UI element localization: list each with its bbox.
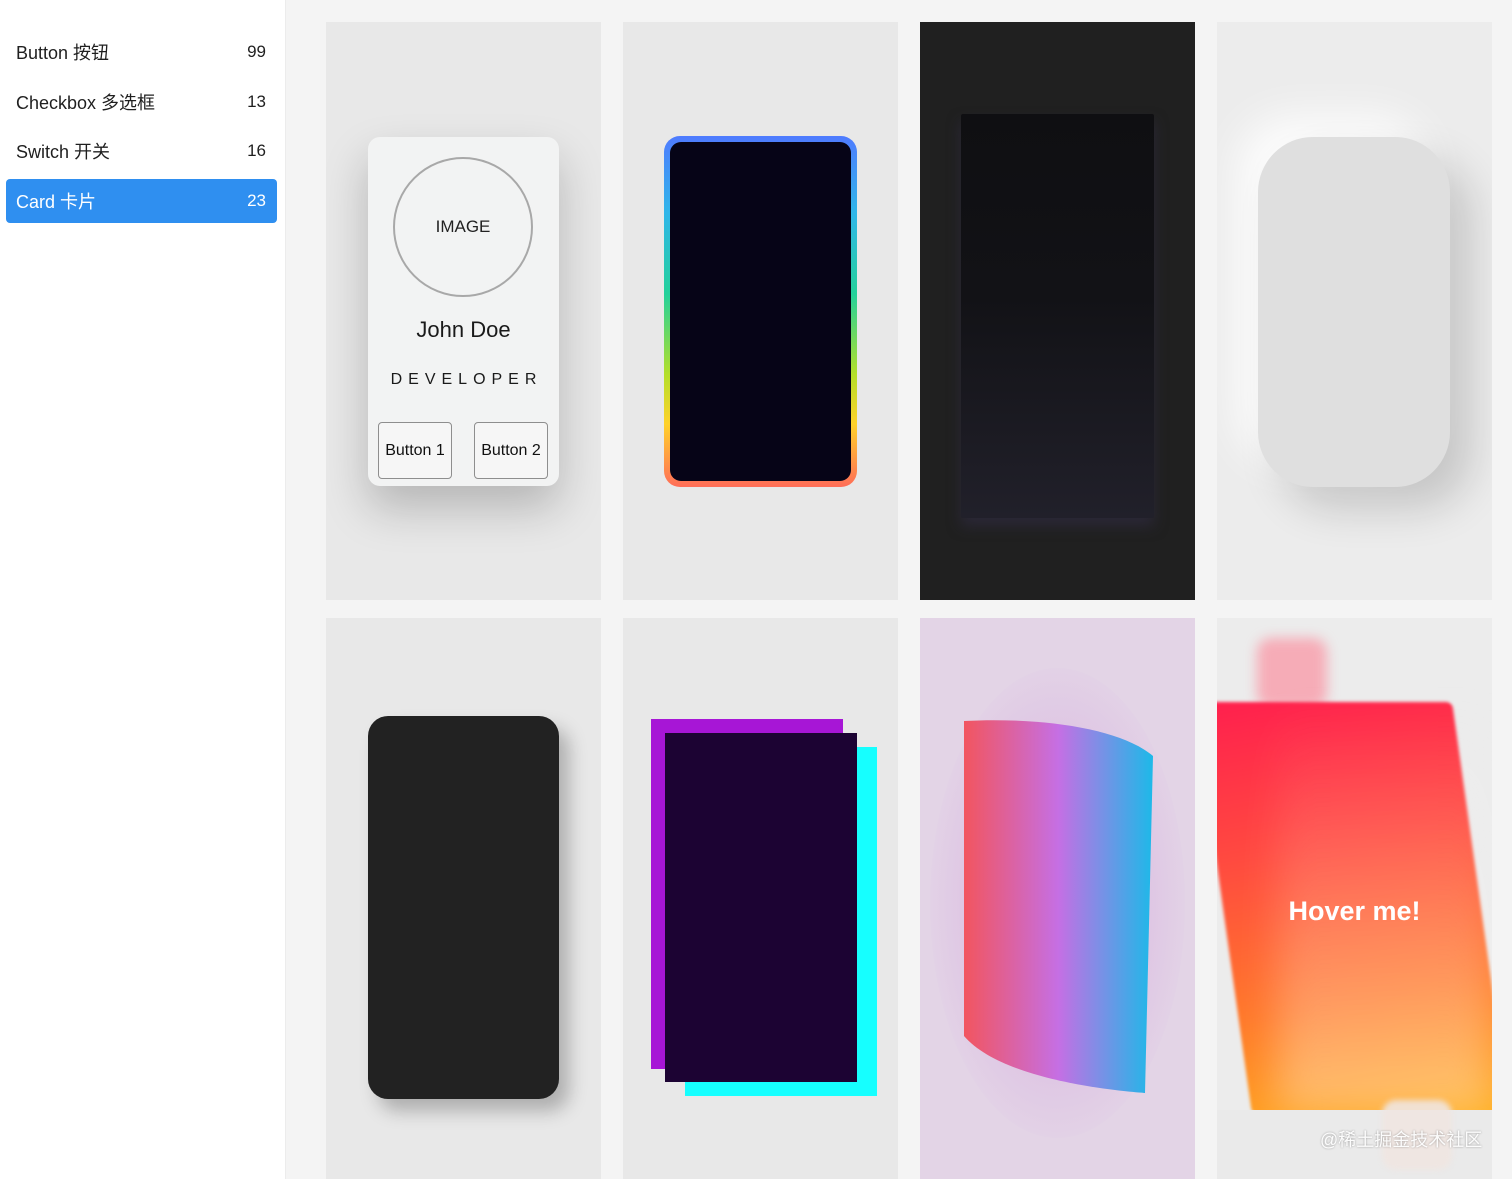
- profile-button-2[interactable]: Button 2: [474, 422, 548, 479]
- sidebar: Button 按钮 99 Checkbox 多选框 13 Switch 开关 1…: [0, 0, 286, 1179]
- glitch-layer-dark: [665, 733, 857, 1082]
- card-preview-dark-rounded[interactable]: [326, 618, 601, 1179]
- gradient-curve-card: [964, 720, 1153, 1093]
- watermark: @稀土掘金技术社区: [1320, 1130, 1483, 1150]
- rainbow-card-body: [670, 142, 851, 481]
- profile-role: DEVELOPER: [390, 371, 543, 388]
- menu-item-card[interactable]: Card 卡片 23: [6, 178, 277, 223]
- card-preview-rainbow-border[interactable]: [623, 22, 898, 600]
- card-preview-dark-glow[interactable]: [920, 22, 1195, 600]
- profile-button-1[interactable]: Button 1: [378, 422, 452, 479]
- card-preview-neumorphic[interactable]: [1217, 22, 1492, 600]
- neumorphic-card: [1258, 137, 1450, 487]
- card-preview-profile[interactable]: IMAGE John Doe DEVELOPER Button 1 Button…: [326, 22, 601, 600]
- menu-item-count: 13: [247, 91, 266, 111]
- profile-name: John Doe: [416, 317, 511, 342]
- menu-item-label: Card 卡片: [16, 191, 97, 212]
- card-preview-gradient-curve[interactable]: [920, 618, 1195, 1179]
- app-root: Button 按钮 99 Checkbox 多选框 13 Switch 开关 1…: [0, 0, 1512, 1179]
- card-preview-glitch[interactable]: [623, 618, 898, 1179]
- hover-blur-top: [1257, 638, 1327, 708]
- menu-item-label: Button 按钮: [16, 43, 110, 63]
- hover-card-text: Hover me!: [1288, 896, 1421, 926]
- component-menu: Button 按钮 99 Checkbox 多选框 13 Switch 开关 1…: [6, 30, 277, 228]
- dark-rounded-card: [368, 716, 559, 1099]
- rainbow-border-card: [664, 136, 857, 487]
- menu-item-checkbox[interactable]: Checkbox 多选框 13: [6, 80, 277, 124]
- menu-item-count: 23: [247, 190, 266, 210]
- menu-item-label: Checkbox 多选框: [16, 92, 156, 113]
- avatar-placeholder: IMAGE: [393, 157, 533, 297]
- profile-card: IMAGE John Doe DEVELOPER Button 1 Button…: [368, 137, 559, 486]
- menu-item-switch[interactable]: Switch 开关 16: [6, 129, 277, 173]
- menu-item-label: Switch 开关: [16, 142, 111, 163]
- menu-item-count: 16: [247, 141, 266, 161]
- menu-item-button[interactable]: Button 按钮 99: [6, 30, 277, 74]
- card-preview-hover[interactable]: Hover me!: [1217, 618, 1492, 1179]
- avatar-label: IMAGE: [435, 217, 491, 236]
- dark-glow-card: [961, 114, 1154, 518]
- menu-item-count: 99: [247, 42, 266, 61]
